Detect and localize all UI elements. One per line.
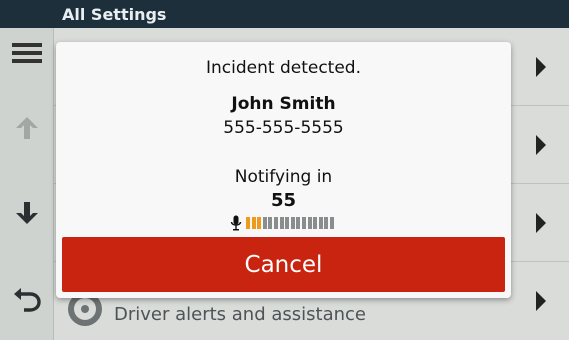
level-segment (273, 217, 278, 229)
chevron-right-icon (536, 135, 546, 155)
scroll-up-button[interactable] (0, 103, 53, 153)
level-segment (313, 217, 318, 229)
list-item-label: Driver alerts and assistance (114, 304, 366, 325)
chevron-right-icon (536, 57, 546, 77)
page-title: All Settings (62, 5, 167, 24)
level-segment (324, 217, 329, 229)
mic-level-bars (246, 217, 336, 229)
arrow-up-icon (15, 117, 38, 139)
chevron-right-icon (536, 213, 546, 233)
level-segment (301, 217, 306, 229)
level-segment (268, 217, 273, 229)
menu-icon (11, 43, 42, 63)
level-segment (296, 217, 301, 229)
menu-button[interactable] (0, 28, 53, 78)
sidebar (0, 28, 54, 340)
cancel-button[interactable]: Cancel (62, 237, 505, 292)
mic-level-meter (230, 215, 336, 231)
level-segment (329, 217, 334, 229)
notify-label: Notifying in (234, 167, 333, 187)
dialog-title: Incident detected. (206, 58, 361, 78)
arrow-down-icon (15, 202, 38, 224)
incident-dialog: Incident detected. John Smith 555-555-55… (56, 42, 511, 298)
back-icon (13, 288, 41, 312)
contact-name: John Smith (231, 94, 336, 114)
chevron-right-icon (536, 291, 546, 311)
scroll-down-button[interactable] (0, 188, 53, 238)
level-segment (279, 217, 284, 229)
microphone-icon (230, 215, 242, 231)
level-segment (251, 217, 256, 229)
level-segment (307, 217, 312, 229)
header-bar: All Settings (0, 0, 569, 28)
level-segment (257, 217, 262, 229)
countdown-value: 55 (270, 190, 297, 211)
level-segment (262, 217, 267, 229)
level-segment (285, 217, 290, 229)
back-button[interactable] (0, 273, 53, 323)
level-segment (246, 217, 250, 229)
level-segment (290, 217, 295, 229)
level-segment (318, 217, 323, 229)
contact-phone: 555-555-5555 (223, 118, 344, 138)
